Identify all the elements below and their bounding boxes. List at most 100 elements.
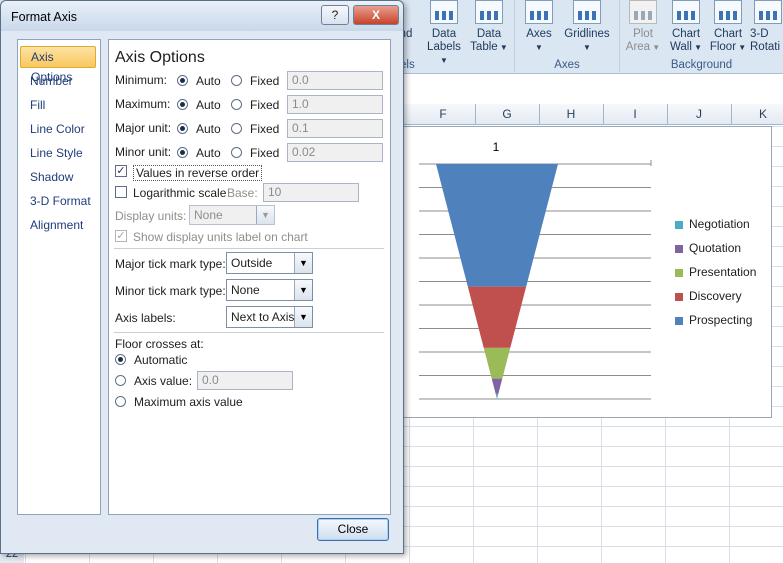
floor-axis-value-field[interactable]: 0.0 [197,371,293,390]
ribbon-button-label: Rotati [750,41,781,53]
maximum-auto-label[interactable]: Auto [196,98,221,112]
legend-item[interactable]: Presentation [675,263,756,287]
column-header[interactable]: G [475,104,540,124]
chart-floor-button[interactable]: Chart Floor ▼ [708,0,748,56]
data-labels-icon [430,0,458,24]
nav-item-shadow[interactable]: Shadow [20,166,96,188]
close-button[interactable]: Close [317,518,389,541]
column-header[interactable]: F [411,104,476,124]
floor-axis-value-label[interactable]: Axis value: [134,374,192,388]
section-divider [114,248,384,249]
dropdown-arrow-icon: ▼ [497,43,508,52]
axis-labels-value: Next to Axis [231,310,295,324]
floor-automatic-label[interactable]: Automatic [134,353,187,367]
legend-swatch [675,220,683,229]
maximum-fixed-radio[interactable] [231,99,242,110]
major-unit-auto-radio[interactable] [177,123,188,134]
maximum-value-field[interactable]: 1.0 [287,95,383,114]
minor-unit-fixed-label[interactable]: Fixed [250,146,279,160]
axis-labels-select[interactable]: Next to Axis ▼ [226,306,313,328]
maximum-auto-radio[interactable] [177,99,188,110]
funnel-segment-quotation[interactable] [491,378,503,394]
log-base-field[interactable]: 10 [263,183,359,202]
dropdown-arrow-icon: ▼ [691,43,703,52]
minor-unit-fixed-radio[interactable] [231,147,242,158]
chart-legend[interactable]: Negotiation Quotation Presentation Discover… [675,215,756,335]
ribbon-button-label: Chart [713,28,743,40]
data-table-button[interactable]: Data Table ▼ [468,0,510,56]
chart-title: 1 [492,140,500,154]
dialog-title: Format Axis [11,10,77,24]
minimum-value-field[interactable]: 0.0 [287,71,383,90]
ribbon-button-label: Chart [671,28,701,40]
funnel-segment-prospecting[interactable] [436,164,558,287]
reverse-order-label[interactable]: Values in reverse order [133,165,263,181]
log-scale-checkbox[interactable] [115,186,127,198]
major-tick-select[interactable]: Outside ▼ [226,252,313,274]
help-button[interactable]: ? [321,5,349,25]
dropdown-arrow-icon: ▼ [650,43,661,52]
legend-item[interactable]: Quotation [675,239,756,263]
plot-area-button[interactable]: Plot Area ▼ [624,0,662,56]
data-labels-button[interactable]: Data Labels ▼ [422,0,466,65]
display-units-select[interactable]: None ▼ [189,205,275,225]
legend-label: Quotation [689,241,742,255]
gridlines-button[interactable]: Gridlines ▼ [561,0,613,56]
nav-item-number[interactable]: Number [20,70,96,92]
legend-item[interactable]: Discovery [675,287,756,311]
ribbon-group-axes: Axes ▼ Gridlines ▼ Axes [515,0,620,72]
legend-swatch [675,292,683,301]
floor-maximum-radio[interactable] [115,396,126,407]
ribbon-button-label: 3-D [750,28,769,40]
funnel-segment-discovery[interactable] [467,286,527,348]
minor-tick-select[interactable]: None ▼ [226,279,313,301]
nav-item-fill[interactable]: Fill [20,94,96,116]
dialog-titlebar[interactable]: Format Axis ? X [1,1,403,31]
major-unit-fixed-label[interactable]: Fixed [250,122,279,136]
chevron-down-icon: ▼ [294,253,312,273]
floor-axis-value-radio[interactable] [115,375,126,386]
close-icon[interactable]: X [353,5,399,25]
major-unit-fixed-radio[interactable] [231,123,242,134]
minimum-auto-label[interactable]: Auto [196,74,221,88]
minor-unit-auto-label[interactable]: Auto [196,146,221,160]
floor-maximum-label[interactable]: Maximum axis value [134,395,243,409]
column-header[interactable]: K [731,104,783,124]
3d-rotation-button[interactable]: 3-D Rotati [750,0,783,56]
legend-label: Prospecting [689,313,753,327]
major-unit-auto-label[interactable]: Auto [196,122,221,136]
ribbon-button-label: Gridlines [564,28,610,40]
show-units-label-checkbox[interactable]: ✓ [115,230,127,242]
column-header[interactable]: H [539,104,604,124]
maximum-fixed-label[interactable]: Fixed [250,98,279,112]
minimum-auto-radio[interactable] [177,75,188,86]
floor-automatic-radio[interactable] [115,354,126,365]
nav-item-axis-options[interactable]: Axis Options [20,46,96,84]
major-unit-value-field[interactable]: 0.1 [287,119,383,138]
nav-item-3d-format[interactable]: 3-D Format [20,190,96,212]
nav-item-line-style[interactable]: Line Style [20,142,96,164]
column-header[interactable]: I [603,104,668,124]
minimum-fixed-label[interactable]: Fixed [250,74,279,88]
funnel-segment-presentation[interactable] [483,347,511,379]
show-units-label-text[interactable]: Show display units label on chart [133,230,308,244]
axes-icon [525,0,553,24]
display-units-value: None [194,208,223,222]
nav-item-alignment[interactable]: Alignment [20,214,96,236]
nav-item-line-color[interactable]: Line Color [20,118,96,140]
nav-panel: Axis Options Number Fill Line Color Line… [17,39,101,515]
column-header[interactable]: J [667,104,732,124]
format-axis-dialog: Format Axis ? X Axis Options Number Fill… [0,0,404,554]
legend-item[interactable]: Prospecting [675,311,756,335]
minor-unit-value-field[interactable]: 0.02 [287,143,383,162]
log-scale-label[interactable]: Logarithmic scale [133,186,226,200]
reverse-order-checkbox[interactable]: ✓ [115,165,127,177]
funnel-segment-negotiation[interactable] [495,393,499,399]
minor-tick-value: None [231,283,260,297]
chart-wall-button[interactable]: Chart Wall ▼ [666,0,706,56]
major-tick-label: Major tick mark type: [115,257,226,271]
axes-button[interactable]: Axes ▼ [521,0,557,56]
minor-unit-auto-radio[interactable] [177,147,188,158]
minimum-fixed-radio[interactable] [231,75,242,86]
legend-item[interactable]: Negotiation [675,215,756,239]
